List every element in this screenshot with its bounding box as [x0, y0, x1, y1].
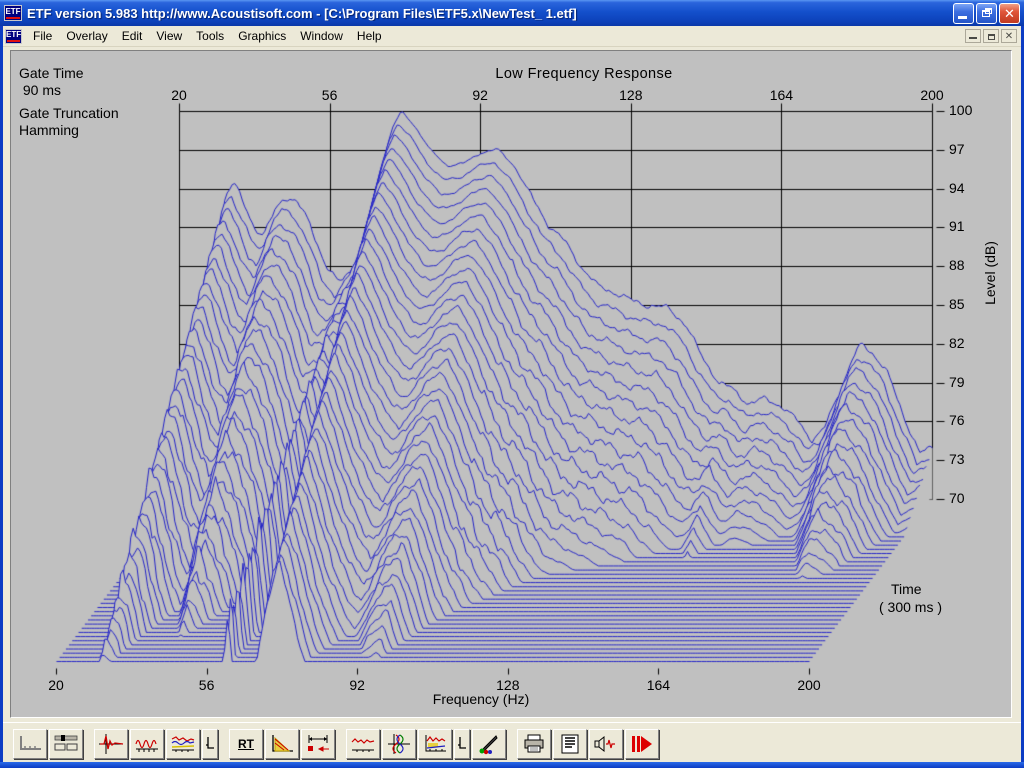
menu-graphics[interactable]: Graphics: [231, 26, 293, 46]
axis-corner-icon: [204, 734, 216, 754]
gate-settings-button[interactable]: [301, 729, 335, 759]
slider-panels-icon: [53, 734, 79, 754]
impulse-spike-icon: [98, 733, 124, 755]
right-axis-tick-label: 79: [949, 374, 965, 390]
top-axis-tick-label: 56: [322, 87, 338, 103]
document-icon: [557, 733, 583, 755]
gate-arrows-icon: [305, 733, 331, 755]
menu-bar: ETF File Overlay Edit View Tools Graphic…: [3, 26, 1021, 47]
right-axis-tick-label: 70: [949, 490, 965, 506]
axis-scale-a-button[interactable]: [202, 729, 218, 759]
gate-time-label: Gate Time 90 ms: [19, 65, 84, 99]
right-axis-tick-label: 82: [949, 335, 965, 351]
bottom-axis-tick-label: 20: [48, 677, 64, 693]
waterfall-plot: Gate Time 90 ms Gate TruncationHamming L…: [10, 50, 1012, 718]
display-setup-button[interactable]: [49, 729, 83, 759]
mdi-minimize-button[interactable]: [965, 29, 981, 43]
sine-wave-icon: [134, 734, 160, 754]
right-axis-tick-label: 85: [949, 296, 965, 312]
frequency-response-button[interactable]: [130, 729, 164, 759]
measure-button[interactable]: [589, 729, 623, 759]
print-button[interactable]: [517, 729, 551, 759]
close-button[interactable]: ✕: [999, 3, 1020, 24]
right-axis-tick-label: 73: [949, 451, 965, 467]
spectrum-response-button[interactable]: [346, 729, 380, 759]
waterfall-canvas: [11, 51, 1012, 718]
time-axis-label: Time: [891, 581, 922, 597]
red-trace-icon: [350, 734, 376, 754]
phase-circles-icon: [386, 733, 412, 755]
mdi-restore-icon: [988, 34, 995, 40]
minimize-icon: [958, 16, 967, 19]
pencil-icon: [476, 733, 502, 755]
gate-truncation-label: Gate TruncationHamming: [19, 105, 119, 139]
time-span-label: ( 300 ms ): [879, 599, 942, 615]
top-axis-tick-label: 128: [619, 87, 642, 103]
right-axis-tick-label: 91: [949, 218, 965, 234]
play-red-icon: [629, 733, 655, 755]
window-title: ETF version 5.983 http://www.Acoustisoft…: [27, 6, 953, 21]
bottom-axis-tick-label: 56: [199, 677, 215, 693]
energy-time-curve-button[interactable]: [265, 729, 299, 759]
frequency-axis-label: Frequency (Hz): [401, 691, 561, 708]
mdi-restore-button[interactable]: [983, 29, 999, 43]
bottom-axis-tick-label: 200: [797, 677, 820, 693]
top-axis-tick-label: 164: [770, 87, 793, 103]
run-measurement-button[interactable]: [625, 729, 659, 759]
level-axis-label: Level (dB): [982, 203, 998, 343]
restore-button[interactable]: [976, 3, 997, 24]
minimize-button[interactable]: [953, 3, 974, 24]
mdi-close-icon: ✕: [1002, 30, 1016, 43]
reverb-time-button[interactable]: RT: [229, 729, 263, 759]
top-axis-tick-label: 20: [171, 87, 187, 103]
client-area: Gate Time 90 ms Gate TruncationHamming L…: [3, 47, 1021, 722]
notes-button[interactable]: [553, 729, 587, 759]
window-border-bottom: [0, 762, 1024, 768]
waterfall-axes-icon: [17, 734, 43, 754]
menu-edit[interactable]: Edit: [115, 26, 150, 46]
speaker-wave-icon: [593, 733, 619, 755]
axis-corner-icon: [456, 734, 468, 754]
top-axis-tick-label: 92: [472, 87, 488, 103]
waterfall-display-button[interactable]: [13, 729, 47, 759]
multi-trace-icon: [422, 733, 448, 755]
mdi-close-button[interactable]: ✕: [1001, 29, 1017, 43]
axis-scale-b-button[interactable]: [454, 729, 470, 759]
toolbar: RT: [3, 722, 1021, 762]
decay-triangle-icon: [269, 733, 295, 755]
bottom-axis-tick-label: 128: [496, 677, 519, 693]
right-axis-tick-label: 88: [949, 257, 965, 273]
app-icon[interactable]: ETF: [4, 5, 22, 21]
distortion-response-button[interactable]: [418, 729, 452, 759]
menu-tools[interactable]: Tools: [189, 26, 231, 46]
right-axis-tick-label: 97: [949, 141, 965, 157]
impulse-response-button[interactable]: [94, 729, 128, 759]
multi-curve-icon: [170, 734, 196, 754]
mdi-document-icon[interactable]: ETF: [5, 29, 22, 44]
menu-view[interactable]: View: [149, 26, 189, 46]
menu-window[interactable]: Window: [293, 26, 350, 46]
right-axis-tick-label: 100: [949, 102, 972, 118]
rt-text-icon: RT: [238, 737, 254, 751]
window-border-left: [0, 26, 3, 768]
printer-icon: [521, 733, 547, 755]
menu-overlay[interactable]: Overlay: [59, 26, 114, 46]
phase-response-button[interactable]: [382, 729, 416, 759]
title-bar: ETF ETF version 5.983 http://www.Acousti…: [0, 0, 1024, 26]
close-icon: ✕: [1000, 6, 1019, 22]
annotate-button[interactable]: [472, 729, 506, 759]
right-axis-tick-label: 76: [949, 412, 965, 428]
bottom-axis-tick-label: 92: [349, 677, 365, 693]
menu-file[interactable]: File: [26, 26, 59, 46]
mdi-minimize-icon: [969, 37, 977, 39]
chart-title: Low Frequency Response: [454, 66, 714, 83]
right-axis-tick-label: 94: [949, 180, 965, 196]
menu-help[interactable]: Help: [350, 26, 389, 46]
overlay-response-button[interactable]: [166, 729, 200, 759]
bottom-axis-tick-label: 164: [647, 677, 670, 693]
top-axis-tick-label: 200: [920, 87, 943, 103]
